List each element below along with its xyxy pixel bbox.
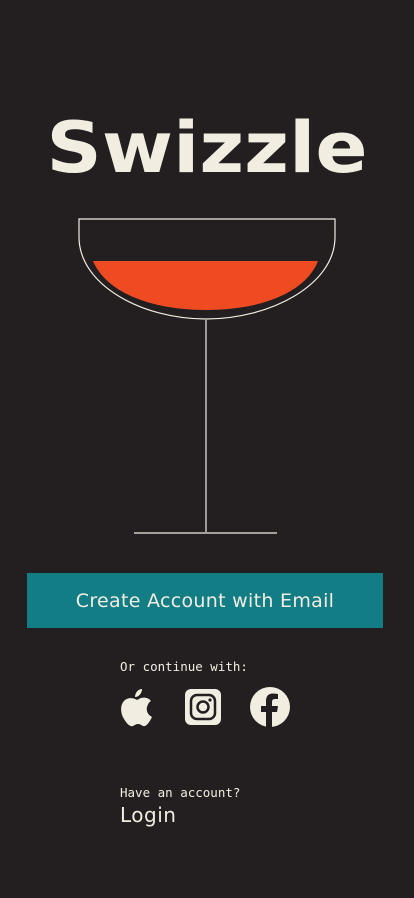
instagram-icon (185, 689, 221, 725)
have-account-label: Have an account? (120, 785, 241, 800)
facebook-icon (250, 687, 290, 727)
create-account-email-button[interactable]: Create Account with Email (27, 573, 383, 628)
login-link[interactable]: Login (120, 803, 176, 827)
apple-login-button[interactable] (116, 686, 158, 728)
continue-with-label: Or continue with: (120, 659, 248, 674)
facebook-login-button[interactable] (249, 686, 291, 728)
apple-icon (121, 689, 152, 727)
instagram-login-button[interactable] (182, 686, 224, 728)
cocktail-glass-icon (78, 218, 336, 534)
